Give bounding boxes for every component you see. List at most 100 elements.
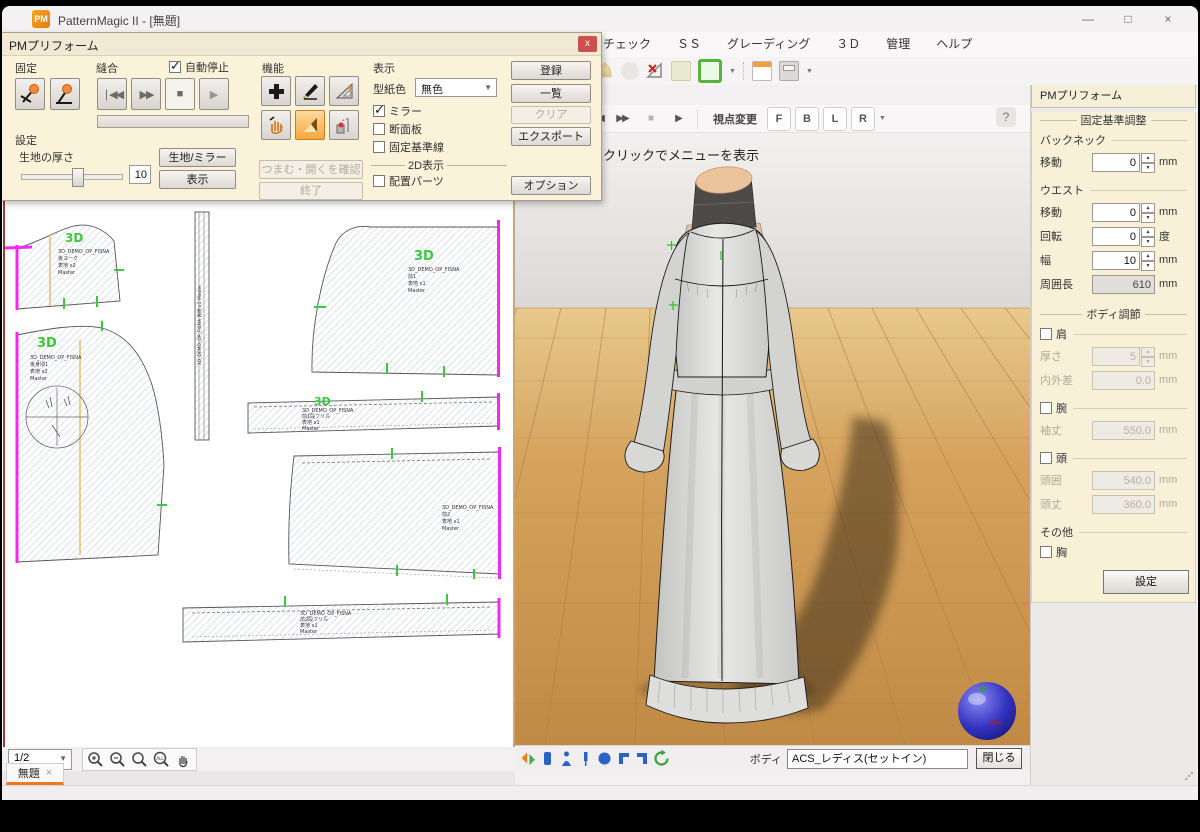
pan-hand-icon[interactable] <box>174 750 193 769</box>
fabric-thickness-slider[interactable] <box>21 174 123 180</box>
pin-straight-button[interactable] <box>15 78 45 110</box>
zoom-window-icon[interactable] <box>130 750 149 769</box>
stop-button[interactable]: ■ <box>638 108 662 130</box>
piece-back-yoke[interactable]: 3D 3D_DEMO_OP_FISNA 後ヨーク 表地 x2 Master <box>5 225 124 310</box>
option-button[interactable]: オプション <box>511 176 591 195</box>
dialog-exit-button[interactable]: 終了 <box>259 182 363 200</box>
head-checkbox[interactable] <box>1040 452 1052 464</box>
dialog-close-button[interactable]: x <box>578 36 597 52</box>
add-tool-button[interactable] <box>261 76 291 106</box>
close-button[interactable]: × <box>1148 6 1188 32</box>
pinch-open-check-button[interactable]: つまむ・開くを確認 <box>259 160 363 179</box>
svg-text:表地 x2: 表地 x2 <box>58 262 76 269</box>
mirror-checkbox[interactable] <box>373 105 385 117</box>
resize-grip[interactable] <box>1185 772 1193 780</box>
calendar-icon[interactable] <box>752 61 772 81</box>
export-button[interactable]: エクスポート <box>511 127 591 146</box>
view-left-button[interactable]: L <box>823 107 847 131</box>
hand-tool-button[interactable] <box>261 110 291 140</box>
sphere-icon[interactable] <box>596 750 613 767</box>
section-board-checkbox[interactable] <box>373 123 385 135</box>
piece-frill-2[interactable]: 3D_DEMO_OP_FISNA 前2段フリル 表地 x1 Master <box>183 594 499 642</box>
fixed-baseline-checkbox[interactable] <box>373 141 385 153</box>
view-back-button[interactable]: B <box>795 107 819 131</box>
body-name-field[interactable]: ACS_レディス(セットイン) <box>787 749 968 769</box>
pin-angled-button[interactable] <box>50 78 80 110</box>
pattern-color-label: 型紙色 <box>373 81 406 97</box>
display-icon[interactable] <box>698 59 722 83</box>
waist-rotate-spinner[interactable]: ▲▼ <box>1141 227 1155 246</box>
mouse-help-icon[interactable]: ? <box>996 107 1016 127</box>
sew-rewind-button[interactable]: ❘◀◀ <box>97 78 127 110</box>
ruler-delete-icon[interactable] <box>646 62 664 80</box>
menu-help[interactable]: ヘルプ <box>923 32 985 57</box>
backneck-move-spinner[interactable]: ▲▼ <box>1141 153 1155 172</box>
piece-back-bodice[interactable]: 3D 3D_DEMO_OP_FISNA 後身頃1 表地 x2 Master <box>17 321 167 563</box>
menu-kanri[interactable]: 管理 <box>873 32 923 57</box>
part-icon[interactable] <box>539 750 556 767</box>
view-front-button[interactable]: F <box>767 107 791 131</box>
menu-grading[interactable]: グレーディング <box>714 32 823 57</box>
piece-front-bodice[interactable]: 3D 3D_DEMO_OP_FISNA 前1 表地 x1 Master <box>312 220 499 377</box>
waist-move-spinner[interactable]: ▲▼ <box>1141 203 1155 222</box>
waist-rotate-input[interactable]: 0 <box>1092 227 1140 246</box>
minimize-button[interactable]: — <box>1068 6 1108 32</box>
scene-3d[interactable]: クリックでメニューを表示 <box>515 133 1030 745</box>
waist-move-input[interactable]: 0 <box>1092 203 1140 222</box>
document-tab[interactable]: 無題× <box>6 763 64 785</box>
sew-forward-button[interactable]: ▶▶ <box>131 78 161 110</box>
auto-stop-checkbox[interactable] <box>169 61 181 73</box>
chest-checkbox[interactable] <box>1040 546 1052 558</box>
toolbar-caret2-icon[interactable]: ▼ <box>806 68 813 75</box>
waist-width-input[interactable]: 10 <box>1092 251 1140 270</box>
swap-2d3d-icon[interactable] <box>520 750 537 767</box>
waist-width-spinner[interactable]: ▲▼ <box>1141 251 1155 270</box>
fabric-mirror-button[interactable]: 生地/ミラー <box>159 148 236 167</box>
play-button[interactable]: ▶ <box>666 108 690 130</box>
maximize-button[interactable]: □ <box>1108 6 1148 32</box>
swatch-icon[interactable] <box>671 61 691 81</box>
shoulder-checkbox[interactable] <box>1040 328 1052 340</box>
slider-thumb[interactable] <box>72 168 84 187</box>
piece-front-skirt[interactable]: 3D_DEMO_OP_FISNA 前2 表地 x1 Master <box>289 447 500 579</box>
forward-button[interactable]: ▶▶ <box>610 108 634 130</box>
svg-text:後身頃1: 後身頃1 <box>30 361 48 368</box>
backneck-move-input[interactable]: 0 <box>1092 153 1140 172</box>
panel-settings-button[interactable]: 設定 <box>1103 570 1189 594</box>
pencil-tool-button[interactable] <box>295 76 325 106</box>
corner-left-icon[interactable] <box>615 750 632 767</box>
placed-parts-checkbox[interactable] <box>373 175 385 187</box>
clear-button[interactable]: クリア <box>511 106 591 124</box>
body-icon[interactable] <box>558 750 575 767</box>
measure-tool-button[interactable] <box>329 110 359 140</box>
tab-close-icon[interactable]: × <box>46 767 52 779</box>
register-button[interactable]: 登録 <box>511 61 591 80</box>
piece-frill-1[interactable]: 3D 3D_DEMO_OP_FISNA 前1段フリル 表地 x1 Master <box>248 391 499 433</box>
fabric-thickness-value[interactable]: 10 <box>129 165 151 184</box>
zoom-in-icon[interactable] <box>86 750 105 769</box>
show-button[interactable]: 表示 <box>159 170 236 189</box>
toolbar-caret-icon[interactable]: ▼ <box>729 68 736 75</box>
zoom-out-icon[interactable] <box>108 750 127 769</box>
navigation-sphere[interactable] <box>958 682 1016 740</box>
pattern-color-select[interactable]: 無色▼ <box>415 78 497 97</box>
menu-3d[interactable]: ３Ｄ <box>823 32 873 57</box>
zoom-all-icon[interactable]: ALL <box>152 750 171 769</box>
dialog-title-bar[interactable]: PMプリフォーム x <box>2 33 601 56</box>
pin-icon[interactable] <box>577 750 594 767</box>
sew-stop-button[interactable]: ■ <box>165 78 195 110</box>
viewpoint-caret-icon[interactable]: ▼ <box>879 115 886 122</box>
list-button[interactable]: 一覧 <box>511 84 591 103</box>
setsquare-tool-button[interactable] <box>329 76 359 106</box>
view-right-button[interactable]: R <box>851 107 875 131</box>
corner-right-icon[interactable] <box>634 750 651 767</box>
refresh-icon[interactable] <box>653 750 670 767</box>
close-3d-button[interactable]: 閉じる <box>976 748 1022 769</box>
sew-play-button[interactable]: ▶ <box>199 78 229 110</box>
fold-tool-button[interactable] <box>295 110 325 140</box>
calculator-icon[interactable] <box>779 61 799 81</box>
arm-checkbox[interactable] <box>1040 402 1052 414</box>
piece-strip[interactable]: 3D_DEMO_OP_FISNA 表地 x1 Master <box>195 212 209 440</box>
menu-ss[interactable]: ＳＳ <box>664 32 714 57</box>
svg-text:3D_DEMO_OP_FISNA: 3D_DEMO_OP_FISNA <box>442 505 494 511</box>
